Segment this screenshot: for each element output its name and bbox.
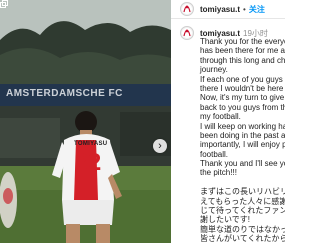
caption-line: been doing in the past ar — [200, 130, 285, 140]
caption-line: I will keep on working ha — [200, 121, 285, 131]
caption-line: Thank you for the everyo — [200, 37, 285, 46]
carousel-icon — [0, 0, 8, 8]
chevron-right-icon[interactable]: › — [153, 139, 167, 153]
post-username[interactable]: tomiyasu.t — [200, 5, 240, 14]
caption-line: there I wouldn't be here — [200, 83, 284, 93]
caption-line: the pitch!!! — [200, 168, 237, 178]
ajax-logo-icon — [182, 28, 192, 38]
caption-line: えてもらった人々に感謝 — [200, 196, 285, 206]
caption-line — [200, 178, 285, 187]
caption-line: If each one of you guys w — [200, 74, 285, 84]
post-sidebar: tomiyasu.t • 关注 tomiyasu.t 19小时 Thank yo… — [171, 0, 285, 243]
caption-line: through this long and ch — [200, 55, 285, 65]
post-header: tomiyasu.t • 关注 — [171, 0, 285, 19]
jersey-number: 32 — [75, 149, 101, 176]
caption-line: 簡単な道のりではなかっ — [200, 224, 285, 234]
ajax-logo-icon — [182, 4, 192, 14]
caption-line: Now, it's my turn to give — [200, 93, 285, 103]
avatar[interactable] — [180, 2, 194, 16]
caption-line: まずはこの長いリハビリ — [200, 187, 285, 197]
follow-button[interactable]: 关注 — [249, 4, 265, 15]
photo-scene — [0, 0, 171, 243]
stadium-banner-text: AMSTERDAMSCHE FC — [6, 88, 123, 99]
caption-line: Thank you and I'll see yo — [200, 159, 285, 169]
jersey-name: TOMIYASU — [74, 141, 108, 147]
caption-line: 謝したいです! — [200, 215, 250, 225]
caption-line: my football. — [200, 112, 241, 122]
caption-line: football. — [200, 149, 229, 159]
caption-line: importantly, I will enjoy p — [200, 140, 285, 150]
caption-line: 皆さんがいてくれたから — [200, 234, 285, 243]
caption-avatar[interactable] — [180, 26, 194, 40]
caption-line: has been there for me and su — [200, 46, 285, 56]
caption-line: じて待ってくれたファン — [200, 206, 285, 216]
post-photo[interactable]: AMSTERDAMSCHE FC TOMIYASU 32 › — [0, 0, 171, 243]
caption-line: back to you guys from th — [200, 102, 285, 112]
caption-line: journey. — [200, 65, 228, 75]
post-caption: Thank you for the everyo has been there f… — [200, 37, 285, 243]
separator-dot: • — [243, 4, 246, 14]
